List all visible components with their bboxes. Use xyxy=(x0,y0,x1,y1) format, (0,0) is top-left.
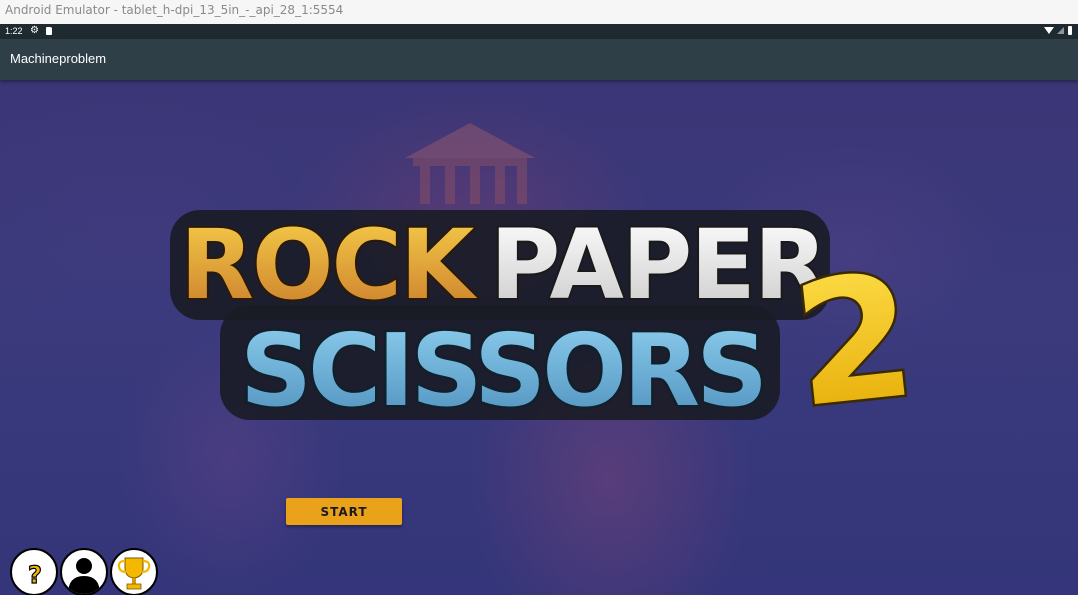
sd-card-icon xyxy=(46,27,52,35)
status-time: 1:22 xyxy=(5,26,23,36)
start-button[interactable]: START xyxy=(286,498,402,525)
leaderboard-button[interactable] xyxy=(110,548,158,595)
svg-text:?: ? xyxy=(28,561,42,589)
logo-paper-text: PAPER xyxy=(490,209,826,321)
question-icon: ? xyxy=(27,560,42,589)
battery-icon xyxy=(1068,25,1072,35)
android-status-bar: 1:22 ⚙ xyxy=(0,24,1078,39)
game-logo: ROCK PAPER SCISSORS 2 xyxy=(170,207,926,420)
emulator-window: Android Emulator - tablet_h-dpi_13_5in_-… xyxy=(0,0,1078,595)
cell-signal-icon xyxy=(1057,26,1064,34)
status-icons-right xyxy=(1044,25,1072,36)
trophy-icon xyxy=(117,557,151,590)
emulator-title-bar: Android Emulator - tablet_h-dpi_13_5in_-… xyxy=(0,0,1078,24)
app-title: Machineproblem xyxy=(10,51,107,66)
logo-two-text: 2 xyxy=(785,237,923,420)
profile-icon xyxy=(68,558,100,594)
help-button[interactable]: ? xyxy=(10,548,58,595)
emulator-title: Android Emulator - tablet_h-dpi_13_5in_-… xyxy=(5,3,344,17)
profile-button[interactable] xyxy=(60,548,108,595)
app-toolbar: Machineproblem xyxy=(0,39,1078,80)
wifi-icon xyxy=(1044,26,1054,34)
logo-rock-text: ROCK xyxy=(180,209,478,321)
settings-icon: ⚙ xyxy=(30,25,39,36)
logo-scissors-text: SCISSORS xyxy=(240,312,764,420)
